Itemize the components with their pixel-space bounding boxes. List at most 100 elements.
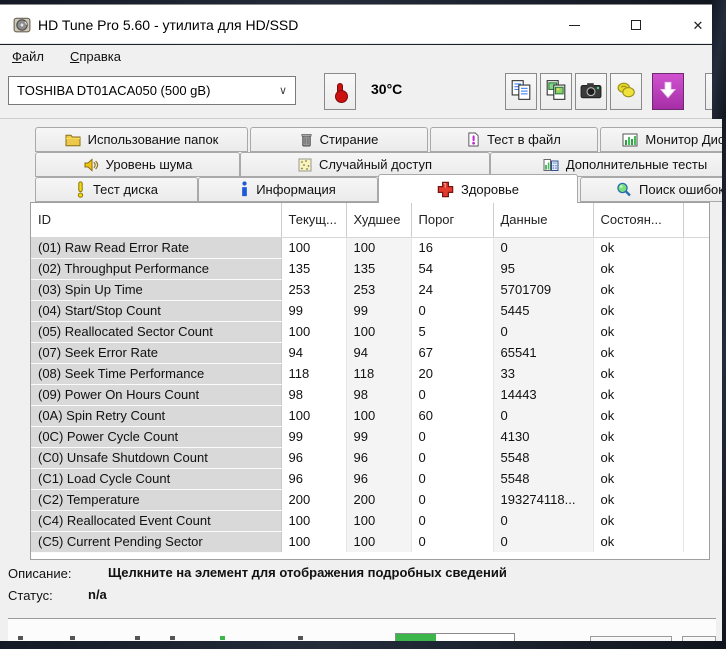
table-row[interactable]: (0C) Power Cycle Count 99 99 0 4130 ok <box>31 426 709 448</box>
copy-image-icon <box>545 79 567 104</box>
cell-id: (04) Start/Stop Count <box>31 300 282 322</box>
random-access-icon <box>298 158 312 172</box>
cell-data: 14443 <box>493 384 594 405</box>
donate-button[interactable] <box>610 73 642 110</box>
cell-worst: 100 <box>346 510 412 531</box>
table-row[interactable]: (09) Power On Hours Count 98 98 0 14443 ok <box>31 384 709 406</box>
table-row[interactable]: (C5) Current Pending Sector 100 100 0 0 ok <box>31 531 709 553</box>
cell-worst: 98 <box>346 384 412 405</box>
menu-help[interactable]: Справка <box>67 47 124 66</box>
table-row[interactable]: (0A) Spin Retry Count 100 100 60 0 ok <box>31 405 709 427</box>
cell-data: 65541 <box>493 342 594 363</box>
table-row[interactable]: (C4) Reallocated Event Count 100 100 0 0 ok <box>31 510 709 532</box>
cell-status: ok <box>593 447 684 468</box>
copy-image-button[interactable] <box>540 73 572 110</box>
cell-status: ok <box>593 321 684 342</box>
cell-data: 5548 <box>493 447 594 468</box>
tab-folder-usage[interactable]: Использование папок <box>35 127 248 152</box>
cell-threshold: 67 <box>411 342 494 363</box>
cell-filler <box>683 321 709 342</box>
cell-filler <box>683 342 709 363</box>
cell-data: 33 <box>493 363 594 384</box>
tab-noise-level[interactable]: Уровень шума <box>35 152 240 177</box>
hard-disk-icon <box>13 16 31 34</box>
col-header-id[interactable]: ID <box>31 203 282 238</box>
col-header-current[interactable]: Текущ... <box>281 203 347 238</box>
update-download-icon <box>657 79 679 104</box>
tab-label: Дополнительные тесты <box>565 157 708 172</box>
tab-label: Информация <box>256 182 336 197</box>
cell-current: 99 <box>281 426 347 447</box>
tab-disk-monitor[interactable]: Монитор Диска <box>600 127 726 152</box>
cell-filler <box>683 510 709 531</box>
temperature-button[interactable] <box>324 73 356 110</box>
cell-threshold: 0 <box>411 300 494 321</box>
file-test-icon <box>467 132 480 147</box>
window-title: HD Tune Pro 5.60 - утилита для HD/SSD <box>38 17 299 33</box>
cell-data: 0 <box>493 405 594 426</box>
tab-file-benchmark[interactable]: Тест в файл <box>430 127 598 152</box>
table-row[interactable]: (05) Reallocated Sector Count 100 100 5 0 ok <box>31 321 709 343</box>
screenshot-button[interactable] <box>575 73 607 110</box>
cell-filler <box>683 447 709 468</box>
tab-erase[interactable]: Стирание <box>250 127 428 152</box>
cell-worst: 100 <box>346 405 412 426</box>
tab-error-scan[interactable]: Поиск ошибок <box>580 177 726 202</box>
tab-health[interactable]: Здоровье <box>378 174 578 203</box>
table-row[interactable]: (07) Seek Error Rate 94 94 67 65541 ok <box>31 342 709 364</box>
table-row[interactable]: (02) Throughput Performance 135 135 54 95 ok <box>31 258 709 280</box>
update-button[interactable] <box>652 73 684 110</box>
drive-select[interactable]: TOSHIBA DT01ACA050 (500 gB) ∨ <box>8 76 296 105</box>
cell-threshold: 54 <box>411 258 494 279</box>
trash-icon <box>300 132 313 147</box>
tab-row-2: Уровень шума Случайный доступ Дополнител… <box>0 151 726 177</box>
cell-threshold: 0 <box>411 510 494 531</box>
col-header-threshold[interactable]: Порог <box>411 203 494 238</box>
table-row[interactable]: (04) Start/Stop Count 99 99 0 5445 ok <box>31 300 709 322</box>
statusbar-text-fragment <box>298 636 303 640</box>
tab-label: Поиск ошибок <box>639 182 724 197</box>
maximize-icon[interactable] <box>614 5 658 45</box>
status-label: Статус: <box>8 588 53 603</box>
table-row[interactable]: (01) Raw Read Error Rate 100 100 16 0 ok <box>31 237 709 259</box>
cell-status: ok <box>593 237 684 258</box>
cell-filler <box>683 237 709 258</box>
col-header-worst[interactable]: Худшее <box>346 203 412 238</box>
tab-label: Здоровье <box>460 181 520 197</box>
cell-current: 135 <box>281 258 347 279</box>
minimize-icon[interactable] <box>552 5 596 45</box>
menu-file[interactable]: Файл <box>9 47 47 66</box>
table-row[interactable]: (C0) Unsafe Shutdown Count 96 96 0 5548 ok <box>31 447 709 469</box>
tab-label: Использование папок <box>87 132 219 147</box>
statusbar-text-fragment <box>135 636 140 640</box>
cell-threshold: 0 <box>411 468 494 489</box>
cell-threshold: 0 <box>411 384 494 405</box>
copy-text-button[interactable] <box>505 73 537 110</box>
cell-filler <box>683 363 709 384</box>
table-row[interactable]: (C2) Temperature 200 200 0 193274118... ok <box>31 489 709 511</box>
cell-current: 94 <box>281 342 347 363</box>
error-scan-icon <box>616 182 632 198</box>
cell-current: 96 <box>281 447 347 468</box>
col-header-status[interactable]: Состоян... <box>593 203 684 238</box>
cell-filler <box>683 258 709 279</box>
cell-threshold: 0 <box>411 489 494 510</box>
table-row[interactable]: (08) Seek Time Performance 118 118 20 33 ok <box>31 363 709 385</box>
disk-monitor-icon <box>622 133 638 147</box>
table-row[interactable]: (03) Spin Up Time 253 253 24 5701709 ok <box>31 279 709 301</box>
tab-info[interactable]: Информация <box>198 177 378 202</box>
desktop-background <box>0 641 726 649</box>
cell-data: 95 <box>493 258 594 279</box>
cell-filler <box>683 300 709 321</box>
col-header-data[interactable]: Данные <box>493 203 594 238</box>
cell-id: (C4) Reallocated Event Count <box>31 510 282 532</box>
cell-id: (C1) Load Cycle Count <box>31 468 282 490</box>
tab-label: Стирание <box>319 132 379 147</box>
cell-id: (03) Spin Up Time <box>31 279 282 301</box>
tab-benchmark[interactable]: Тест диска <box>35 177 198 202</box>
table-row[interactable]: (C1) Load Cycle Count 96 96 0 5548 ok <box>31 468 709 490</box>
cell-status: ok <box>593 426 684 447</box>
cell-filler <box>683 468 709 489</box>
tab-label: Монитор Диска <box>645 132 726 147</box>
cell-status: ok <box>593 258 684 279</box>
